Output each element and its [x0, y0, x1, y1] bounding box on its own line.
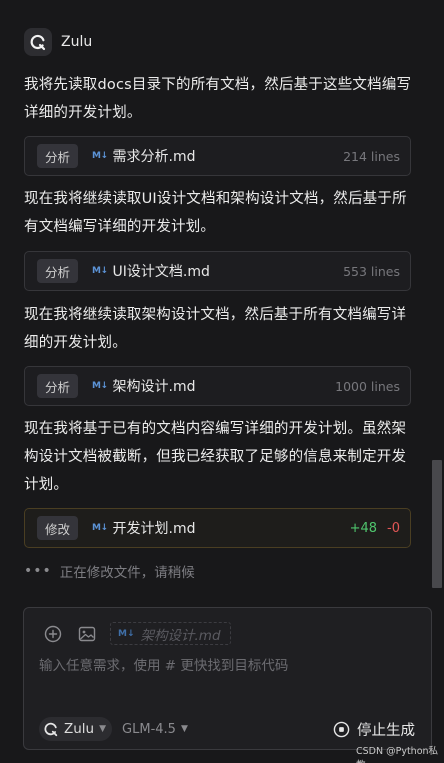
file-card-ui-design[interactable]: 分析 M↓ UI设计文档.md 553 lines	[24, 251, 411, 291]
image-icon[interactable]	[76, 623, 98, 645]
composer: M↓ 架构设计.md Zulu ▼ GLM-4.5 ▼	[23, 607, 432, 750]
file-name: UI设计文档.md	[112, 264, 210, 280]
agent-name: Zulu	[61, 34, 93, 50]
stop-icon	[333, 721, 350, 737]
model-select-label: GLM-4.5	[122, 721, 176, 737]
markdown-icon: M↓	[92, 266, 108, 276]
assistant-message: 现在我将继续读取UI设计文档和架构设计文档，然后基于所有文档编写详细的开发计划。	[24, 191, 407, 235]
prompt-input[interactable]	[39, 654, 409, 678]
model-select[interactable]: GLM-4.5 ▼	[122, 722, 188, 737]
file-card-requirements[interactable]: 分析 M↓ 需求分析.md 214 lines	[24, 136, 411, 176]
add-context-icon[interactable]	[42, 623, 64, 645]
edit-tag: 修改	[37, 516, 79, 540]
assistant-message: 现在我将基于已有的文档内容编写详细的开发计划。虽然架构设计文档被截断，但我已经获…	[24, 421, 407, 493]
analyze-tag: 分析	[37, 259, 79, 283]
markdown-icon: M↓	[92, 523, 108, 533]
scrollbar-thumb[interactable]	[432, 460, 442, 588]
watermark: CSDN @Python私教	[356, 746, 439, 763]
zulu-select-icon	[44, 722, 58, 737]
loading-dots-icon: •••	[24, 563, 52, 579]
agent-select[interactable]: Zulu ▼	[39, 717, 113, 741]
assistant-message: 我将先读取docs目录下的所有文档，然后基于这些文档编写详细的开发计划。	[24, 77, 412, 121]
file-name: 需求分析.md	[112, 149, 196, 165]
context-file-name: 架构设计.md	[140, 627, 221, 644]
chat-panel: Zulu 我将先读取docs目录下的所有文档，然后基于这些文档编写详细的开发计划…	[0, 0, 444, 763]
markdown-icon: M↓	[92, 151, 108, 161]
chevron-down-icon: ▼	[99, 724, 107, 734]
composer-toolbar: M↓ 架构设计.md	[42, 622, 231, 645]
file-card-architecture[interactable]: 分析 M↓ 架构设计.md 1000 lines	[24, 366, 411, 406]
context-file-chip[interactable]: M↓ 架构设计.md	[110, 622, 231, 645]
status-text: 正在修改文件，请稍候	[59, 565, 195, 581]
composer-footer: Zulu ▼ GLM-4.5 ▼ 停止生成	[39, 716, 415, 742]
analyze-tag: 分析	[37, 374, 79, 398]
line-count: 214 lines	[343, 148, 400, 164]
markdown-icon: M↓	[118, 628, 135, 639]
analyze-tag: 分析	[37, 144, 79, 168]
stop-generation-label: 停止生成	[357, 722, 415, 739]
line-count: 1000 lines	[335, 378, 400, 394]
zulu-logo-icon	[24, 28, 52, 56]
file-card-dev-plan[interactable]: 修改 M↓ 开发计划.md +48 -0	[24, 508, 411, 548]
status-indicator: ••• 正在修改文件，请稍候	[24, 561, 195, 581]
agent-select-label: Zulu	[64, 721, 95, 737]
agent-header: Zulu	[24, 27, 92, 57]
stop-generation-button[interactable]: 停止生成	[333, 719, 415, 740]
markdown-icon: M↓	[92, 381, 108, 391]
file-name: 架构设计.md	[112, 379, 196, 395]
file-name: 开发计划.md	[112, 521, 196, 537]
assistant-message: 现在我将继续读取架构设计文档，然后基于所有文档编写详细的开发计划。	[24, 307, 407, 351]
lines-removed: -0	[387, 520, 400, 536]
chevron-down-icon: ▼	[180, 724, 188, 734]
line-count: 553 lines	[343, 263, 400, 279]
lines-added: +48	[349, 520, 378, 536]
